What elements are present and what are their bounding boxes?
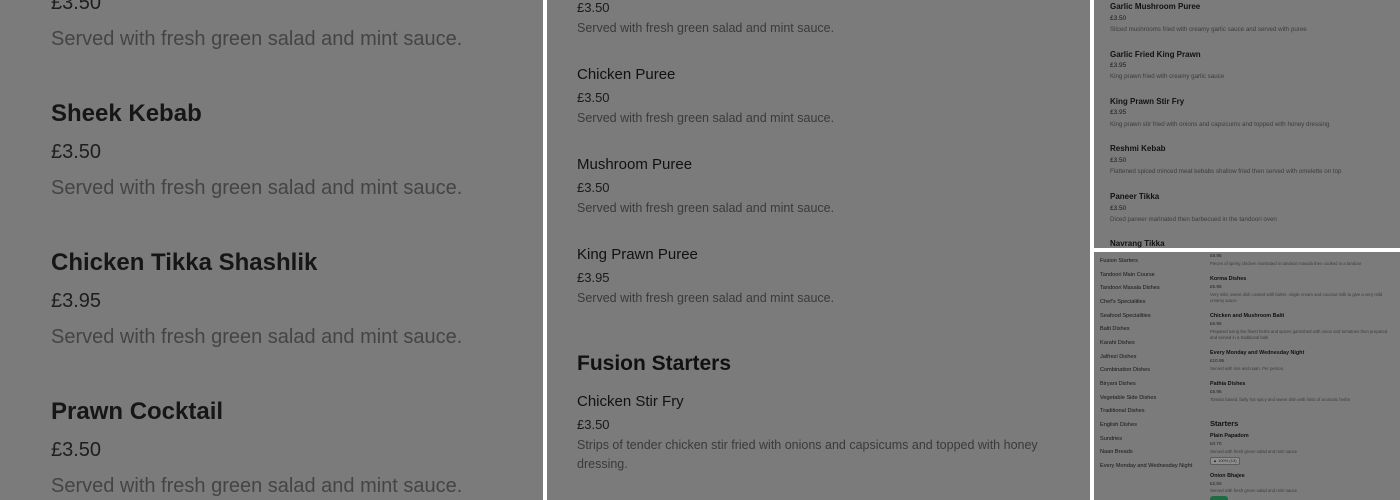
- item-name[interactable]: Chicken and Mushroom Balti: [1210, 313, 1284, 319]
- item-price: £3.50: [51, 0, 102, 14]
- item-description: Strips of tender chicken stir fried with…: [577, 438, 1038, 471]
- item-description: King prawn fried with creamy garlic sauc…: [1110, 73, 1225, 80]
- item-price: £3.50: [577, 180, 610, 195]
- category-link[interactable]: Tandoori Main Course: [1100, 272, 1155, 278]
- item-description: Served with fresh green salad and mint s…: [577, 21, 835, 35]
- item-description: Served with fresh green salad and mint s…: [51, 326, 463, 348]
- item-price: £3.50: [1110, 205, 1127, 212]
- item-description: Served with fresh green salad and mint s…: [577, 201, 835, 215]
- item-name: Sheek Kebab: [51, 100, 202, 127]
- thumbs-up-icon: ▲: [1213, 458, 1217, 463]
- category-link[interactable]: Sundries: [1100, 436, 1122, 442]
- item-description: Prepared using the finest herbs and spic…: [1210, 329, 1388, 340]
- item-description: Served with fresh green salad and mint s…: [1210, 449, 1298, 454]
- item-price: £3.50: [51, 141, 102, 163]
- item-price: £3.95: [577, 270, 610, 285]
- category-link[interactable]: Every Monday and Wednesday Night: [1100, 463, 1192, 469]
- item-price: £5.95: [1210, 284, 1222, 289]
- section-heading: Starters: [1210, 419, 1239, 428]
- item-price: £5.95: [1210, 389, 1222, 394]
- item-description: Served with fresh green salad and mint s…: [51, 177, 463, 199]
- category-link[interactable]: Balti Dishes: [1100, 326, 1130, 332]
- item-name[interactable]: Chicken Stir Fry: [577, 393, 684, 410]
- item-description: Served with fresh green salad and mint s…: [1210, 488, 1298, 493]
- item-description: Served with fresh green salad and mint s…: [51, 475, 463, 497]
- category-link[interactable]: Fusion Starters: [1100, 258, 1138, 264]
- item-price: £3.95: [1110, 109, 1127, 116]
- category-link[interactable]: Seafood Specialities: [1100, 313, 1151, 319]
- item-price: £3.95: [51, 290, 102, 312]
- item-name[interactable]: Paneer Tikka: [1110, 192, 1159, 201]
- item-price: £3.50: [51, 439, 102, 461]
- item-name[interactable]: Onion Bhajee: [1210, 473, 1245, 479]
- item-description: Served with fresh green salad and mint s…: [577, 111, 835, 125]
- item-description: Served with fresh green salad and mint s…: [577, 291, 835, 305]
- item-name[interactable]: Garlic Mushroom Puree: [1110, 2, 1200, 11]
- category-link[interactable]: Vegetable Side Dishes: [1100, 395, 1156, 401]
- item-price: £2.50: [1210, 481, 1222, 486]
- menu-panel-overview: Fusion Starters Tandoori Main Course Tan…: [1094, 252, 1400, 500]
- menu-panel-small: Garlic Mushroom Puree £3.50 Sliced mushr…: [1094, 0, 1400, 248]
- item-description: Sliced mushrooms fried with creamy garli…: [1110, 26, 1307, 33]
- item-price: £3.50: [1110, 15, 1127, 22]
- category-link[interactable]: Naan Breads: [1100, 449, 1133, 455]
- item-name[interactable]: Korma Dishes: [1210, 276, 1246, 282]
- add-button[interactable]: [1210, 496, 1228, 500]
- rating-badge: ▲ 100% (13): [1210, 457, 1240, 465]
- item-price: £8.95: [1210, 253, 1222, 258]
- item-name[interactable]: King Prawn Puree: [577, 246, 698, 263]
- item-description: Served with rice and naan. Per person.: [1210, 366, 1285, 371]
- category-link[interactable]: Combination Dishes: [1100, 367, 1150, 373]
- menu-panel-starters: £3.50 Served with fresh green salad and …: [547, 0, 1090, 500]
- item-description: Tomato based, fairly hot spicy and sweet…: [1210, 397, 1350, 402]
- item-description: Flattened spiced minced meat kebabs shal…: [1110, 168, 1342, 175]
- item-name[interactable]: Garlic Fried King Prawn: [1110, 50, 1201, 59]
- category-link[interactable]: Jalfrezi Dishes: [1100, 354, 1136, 360]
- rating-text: 100% (13): [1218, 458, 1237, 463]
- section-heading: Fusion Starters: [577, 352, 732, 375]
- item-description: Diced paneer marinated then barbecued in…: [1110, 216, 1277, 223]
- category-link[interactable]: Tandoori Masala Dishes: [1100, 285, 1160, 291]
- item-description: King prawn stir fried with onions and ca…: [1110, 121, 1330, 128]
- item-name[interactable]: Reshmi Kebab: [1110, 144, 1166, 153]
- item-price: £0.70: [1210, 441, 1222, 446]
- category-link[interactable]: English Dishes: [1100, 422, 1137, 428]
- item-description: Very mild, sweet dish cooked with butter…: [1210, 292, 1383, 303]
- item-name[interactable]: Navrang Tikka: [1110, 239, 1165, 248]
- item-price: £3.50: [1110, 157, 1127, 164]
- category-link[interactable]: Chef's Specialities: [1100, 299, 1146, 305]
- item-name: Prawn Cocktail: [51, 398, 224, 425]
- item-name[interactable]: King Prawn Stir Fry: [1110, 97, 1184, 106]
- item-description: Pieces of spring chicken marinated in ta…: [1210, 261, 1362, 266]
- item-price: £3.50: [577, 417, 610, 432]
- item-name[interactable]: Mushroom Puree: [577, 156, 692, 173]
- item-description: Served with fresh green salad and mint s…: [51, 28, 463, 50]
- item-name: Chicken Tikka Shashlik: [51, 249, 318, 276]
- category-link[interactable]: Traditional Dishes: [1100, 408, 1145, 414]
- item-name[interactable]: Every Monday and Wednesday Night: [1210, 350, 1304, 356]
- item-price: £3.50: [577, 0, 610, 15]
- item-price: £3.95: [1110, 62, 1127, 69]
- item-name[interactable]: Plain Papadom: [1210, 433, 1249, 439]
- item-price: £3.50: [577, 90, 610, 105]
- item-name[interactable]: Chicken Puree: [577, 66, 675, 83]
- item-price: £10.95: [1210, 358, 1225, 363]
- category-link[interactable]: Biryani Dishes: [1100, 381, 1136, 387]
- menu-panel-zoomed: £3.50 Served with fresh green salad and …: [0, 0, 543, 500]
- item-price: £6.95: [1210, 321, 1222, 326]
- category-link[interactable]: Karahi Dishes: [1100, 340, 1135, 346]
- item-name[interactable]: Pathia Dishes: [1210, 381, 1245, 387]
